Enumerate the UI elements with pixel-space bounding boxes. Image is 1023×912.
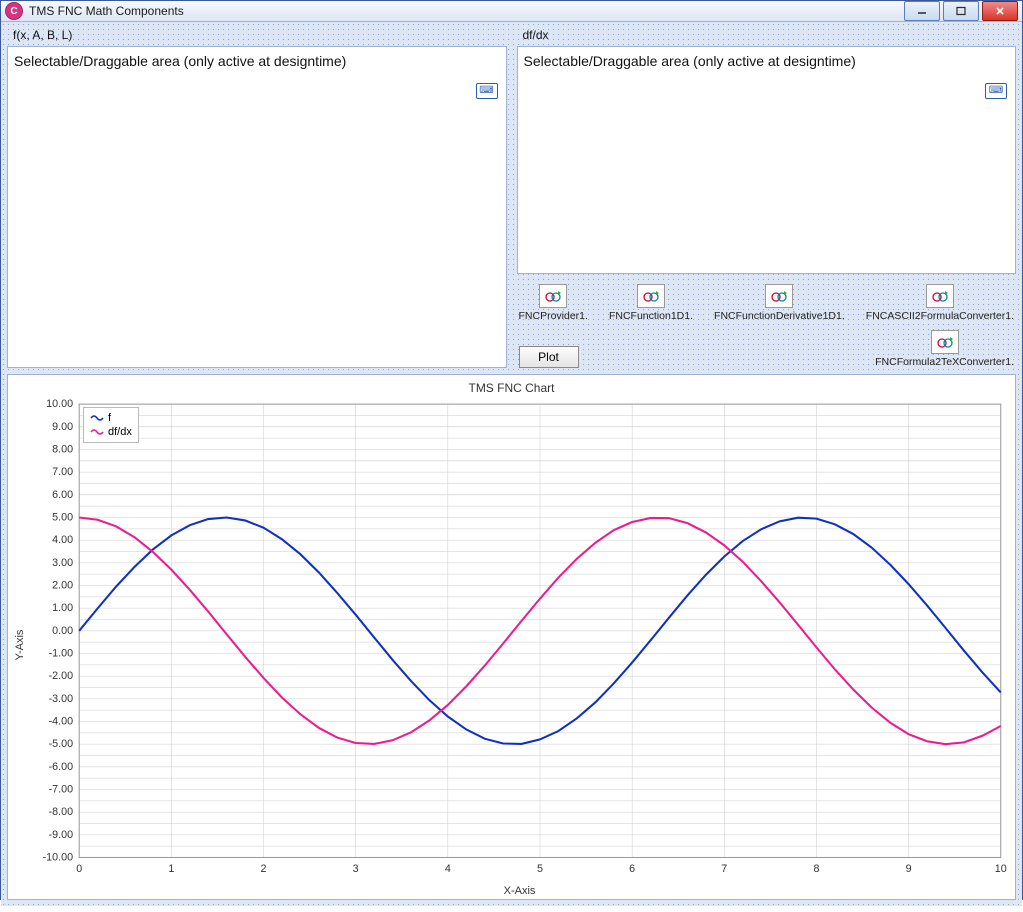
svg-text:-5.00: -5.00	[49, 738, 73, 750]
svg-text:-6.00: -6.00	[49, 761, 73, 773]
component-tray: FNCProvider1. FNCFunction1D1. FNCFunctio…	[517, 278, 1017, 322]
y-axis-label: Y-Axis	[12, 399, 28, 891]
component-fncascii2formula[interactable]: FNCASCII2FormulaConverter1.	[866, 284, 1014, 322]
component-icon	[539, 284, 567, 308]
keyboard-icon[interactable]	[985, 83, 1007, 99]
chart-title: TMS FNC Chart	[12, 381, 1011, 395]
svg-text:8.00: 8.00	[52, 444, 73, 456]
svg-text:3.00: 3.00	[52, 557, 73, 569]
svg-text:10.00: 10.00	[46, 399, 73, 410]
right-panel: df/dx Selectable/Draggable area (only ac…	[517, 28, 1017, 368]
minimize-button[interactable]	[904, 1, 940, 21]
x-axis-label: X-Axis	[28, 885, 1011, 897]
svg-text:-4.00: -4.00	[49, 716, 73, 728]
svg-text:4.00: 4.00	[52, 534, 73, 546]
svg-text:-10.00: -10.00	[43, 852, 73, 864]
left-panel: f(x, A, B, L) Selectable/Draggable area …	[7, 28, 507, 368]
chart-legend: f df/dx	[83, 407, 139, 443]
svg-text:4: 4	[445, 863, 451, 875]
svg-text:-7.00: -7.00	[49, 784, 73, 796]
component-icon	[931, 330, 959, 354]
chart-panel: TMS FNC Chart Y-Axis 0 1 2 3 4 5 6 7 8 9 10 -10.00 -…	[7, 374, 1016, 900]
svg-text:1.00: 1.00	[52, 602, 73, 614]
component-fncfunction1d[interactable]: FNCFunction1D1.	[609, 284, 693, 322]
svg-text:7.00: 7.00	[52, 466, 73, 478]
client-area: f(x, A, B, L) Selectable/Draggable area …	[1, 22, 1022, 906]
svg-text:0: 0	[76, 863, 82, 875]
component-fncprovider[interactable]: FNCProvider1.	[519, 284, 588, 322]
component-icon	[637, 284, 665, 308]
svg-text:-2.00: -2.00	[49, 670, 73, 682]
plot-button[interactable]: Plot	[519, 346, 579, 368]
svg-text:5: 5	[537, 863, 543, 875]
svg-text:-1.00: -1.00	[49, 648, 73, 660]
svg-text:0.00: 0.00	[52, 625, 73, 637]
plot-region[interactable]: 0 1 2 3 4 5 6 7 8 9 10 -10.00 -9.00 -8.00 -7.00 -6.00 -5…	[28, 399, 1011, 883]
maximize-button[interactable]	[943, 1, 979, 21]
svg-text:8: 8	[813, 863, 819, 875]
right-drop-placeholder: Selectable/Draggable area (only active a…	[524, 53, 856, 69]
svg-text:-8.00: -8.00	[49, 806, 73, 818]
component-fncformula2tex[interactable]: FNCFormula2TeXConverter1.	[875, 330, 1014, 368]
close-button[interactable]	[982, 1, 1018, 21]
svg-text:2.00: 2.00	[52, 580, 73, 592]
svg-text:3: 3	[353, 863, 359, 875]
component-icon	[926, 284, 954, 308]
svg-text:5.00: 5.00	[52, 512, 73, 524]
left-panel-label: f(x, A, B, L)	[7, 28, 507, 42]
left-drop-placeholder: Selectable/Draggable area (only active a…	[14, 53, 346, 69]
keyboard-icon[interactable]	[476, 83, 498, 99]
component-icon	[765, 284, 793, 308]
svg-text:2: 2	[261, 863, 267, 875]
svg-text:9.00: 9.00	[52, 421, 73, 433]
svg-text:1: 1	[168, 863, 174, 875]
svg-text:-9.00: -9.00	[49, 829, 73, 841]
svg-text:6: 6	[629, 863, 635, 875]
svg-text:-3.00: -3.00	[49, 693, 73, 705]
top-row: f(x, A, B, L) Selectable/Draggable area …	[7, 28, 1016, 368]
left-drop-area[interactable]: Selectable/Draggable area (only active a…	[7, 46, 507, 368]
right-drop-area[interactable]: Selectable/Draggable area (only active a…	[517, 46, 1017, 274]
titlebar[interactable]: C TMS FNC Math Components	[1, 1, 1022, 22]
component-fncfunctionderivative1d[interactable]: FNCFunctionDerivative1D1.	[714, 284, 845, 322]
svg-text:10: 10	[995, 863, 1007, 875]
svg-text:6.00: 6.00	[52, 489, 73, 501]
app-icon: C	[5, 2, 23, 20]
svg-text:9: 9	[906, 863, 912, 875]
window-title: TMS FNC Math Components	[29, 4, 904, 18]
right-panel-label: df/dx	[517, 28, 1017, 42]
app-window: C TMS FNC Math Components f(x, A, B, L) …	[0, 0, 1023, 900]
svg-text:7: 7	[721, 863, 727, 875]
